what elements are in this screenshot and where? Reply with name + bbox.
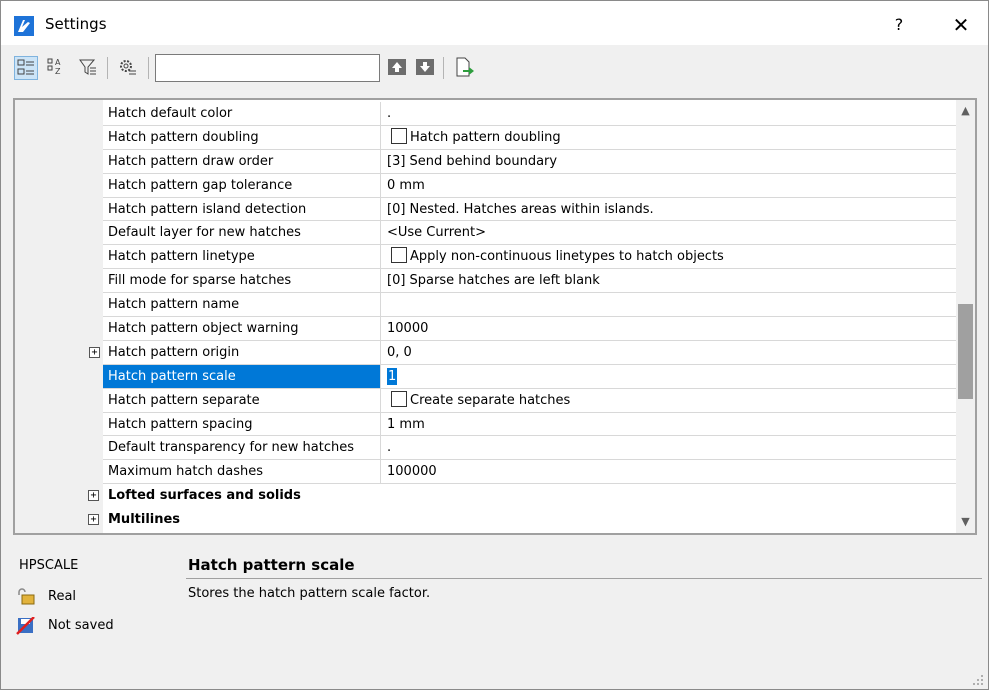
checkbox-label: Hatch pattern doubling — [410, 129, 561, 145]
property-value[interactable]: [3] Send behind boundary — [381, 149, 956, 174]
close-button[interactable]: ✕ — [943, 10, 979, 40]
expand-icon[interactable]: + — [88, 490, 99, 502]
property-rows: Hatch default color . Hatch pattern doub… — [15, 102, 956, 532]
toolbar-separator — [107, 57, 108, 79]
not-saved-icon — [16, 616, 36, 635]
lock-open-icon — [16, 587, 36, 605]
property-value[interactable]: [0] Nested. Hatches areas within islands… — [381, 197, 956, 222]
category-row[interactable]: + Multilines — [15, 508, 956, 532]
property-row[interactable]: Fill mode for sparse hatches [0] Sparse … — [15, 269, 956, 294]
alphabetical-sort-icon[interactable]: A Z — [45, 56, 69, 80]
property-row[interactable]: Hatch pattern name — [15, 293, 956, 318]
property-value[interactable]: Apply non-continuous linetypes to hatch … — [381, 245, 956, 270]
export-icon[interactable] — [453, 56, 477, 80]
categorized-view-icon[interactable] — [14, 56, 38, 80]
checkbox[interactable] — [391, 390, 407, 407]
svg-text:A: A — [55, 58, 61, 67]
property-name: Hatch pattern separate — [103, 388, 381, 413]
property-row[interactable]: + Hatch pattern origin 0, 0 — [15, 340, 956, 365]
app-logo-icon — [14, 16, 34, 36]
scroll-down-icon[interactable]: ▼ — [956, 511, 975, 533]
divider — [186, 578, 982, 579]
property-name: Hatch pattern island detection — [103, 197, 381, 222]
checkbox-label: Apply non-continuous linetypes to hatch … — [410, 249, 724, 265]
property-name: Hatch pattern scale — [103, 364, 381, 389]
property-row[interactable]: Hatch pattern separate Create separate h… — [15, 388, 956, 413]
category-name: Multilines — [108, 512, 181, 528]
title-bar: Settings ? ✕ — [1, 1, 988, 45]
variable-name: HPSCALE — [19, 558, 79, 573]
toolbar-separator — [148, 57, 149, 79]
property-value[interactable]: 100000 — [381, 460, 956, 485]
edit-text[interactable]: 1 — [387, 367, 398, 385]
property-row-selected[interactable]: Hatch pattern scale 1 — [15, 364, 956, 389]
property-value[interactable]: <Use Current> — [381, 221, 956, 246]
scroll-up-icon[interactable]: ▲ — [956, 100, 975, 122]
vertical-scrollbar[interactable]: ▲ ▼ — [956, 100, 975, 533]
property-name: Hatch pattern origin — [103, 340, 381, 365]
property-name: Maximum hatch dashes — [103, 460, 381, 485]
property-value[interactable]: 0 mm — [381, 173, 956, 198]
property-value[interactable]: 0, 0 — [381, 340, 956, 365]
property-value[interactable]: . — [381, 436, 956, 461]
property-value[interactable]: [0] Sparse hatches are left blank — [381, 269, 956, 294]
property-row[interactable]: Hatch pattern island detection [0] Neste… — [15, 197, 956, 222]
property-row[interactable]: Hatch pattern draw order [3] Send behind… — [15, 149, 956, 174]
property-value[interactable]: Create separate hatches — [381, 388, 956, 413]
description-text: Stores the hatch pattern scale factor. — [188, 586, 431, 601]
property-row[interactable]: Hatch pattern doubling Hatch pattern dou… — [15, 125, 956, 150]
property-name: Hatch pattern gap tolerance — [103, 173, 381, 198]
property-row[interactable]: Hatch pattern spacing 1 mm — [15, 412, 956, 437]
gear-icon[interactable] — [116, 56, 140, 80]
property-name: Default transparency for new hatches — [103, 436, 381, 461]
settings-window: Settings ? ✕ A Z Hatch default color . H… — [0, 0, 989, 690]
property-value[interactable] — [381, 293, 956, 318]
expand-icon[interactable]: + — [89, 346, 100, 358]
category-row[interactable]: + Lofted surfaces and solids — [15, 484, 956, 508]
property-grid: Hatch default color . Hatch pattern doub… — [13, 98, 977, 535]
description-title: Hatch pattern scale — [188, 556, 355, 574]
property-name: Hatch pattern doubling — [103, 125, 381, 150]
property-name: Default layer for new hatches — [103, 221, 381, 246]
property-name: Hatch pattern object warning — [103, 317, 381, 341]
property-row[interactable]: Hatch pattern object warning 10000 — [15, 317, 956, 341]
variable-type: Real — [48, 589, 77, 604]
arrow-down-icon[interactable] — [414, 56, 438, 80]
property-value[interactable]: 10000 — [381, 317, 956, 341]
property-row[interactable]: Hatch default color . — [15, 102, 956, 126]
property-value[interactable]: Hatch pattern doubling — [381, 125, 956, 150]
property-value-editor[interactable]: 1 — [381, 364, 956, 389]
property-row[interactable]: Default transparency for new hatches . — [15, 436, 956, 461]
toolbar-separator — [443, 57, 444, 79]
checkbox-label: Create separate hatches — [410, 392, 571, 408]
property-row[interactable]: Maximum hatch dashes 100000 — [15, 460, 956, 485]
property-row[interactable]: Hatch pattern gap tolerance 0 mm — [15, 173, 956, 198]
toolbar: A Z — [1, 45, 988, 97]
filter-icon[interactable] — [77, 56, 101, 80]
property-name: Fill mode for sparse hatches — [103, 269, 381, 294]
expand-icon[interactable]: + — [88, 514, 99, 526]
resize-grip-icon[interactable] — [971, 673, 985, 687]
svg-text:Z: Z — [55, 67, 61, 76]
property-name: Hatch pattern spacing — [103, 412, 381, 437]
checkbox[interactable] — [391, 127, 407, 144]
arrow-up-icon[interactable] — [386, 56, 410, 80]
search-input[interactable] — [155, 54, 380, 82]
property-value[interactable]: 1 mm — [381, 412, 956, 437]
saved-status: Not saved — [48, 618, 114, 633]
property-name: Hatch pattern draw order — [103, 149, 381, 174]
property-row[interactable]: Default layer for new hatches <Use Curre… — [15, 221, 956, 246]
property-name: Hatch pattern linetype — [103, 245, 381, 270]
help-button[interactable]: ? — [883, 10, 915, 40]
property-name: Hatch pattern name — [103, 293, 381, 318]
property-value[interactable]: . — [381, 102, 956, 126]
checkbox[interactable] — [391, 247, 407, 264]
property-name: Hatch default color — [103, 102, 381, 126]
category-name: Lofted surfaces and solids — [108, 488, 301, 504]
property-row[interactable]: Hatch pattern linetype Apply non-continu… — [15, 245, 956, 270]
window-title: Settings — [45, 15, 107, 33]
scrollbar-thumb[interactable] — [958, 304, 973, 399]
